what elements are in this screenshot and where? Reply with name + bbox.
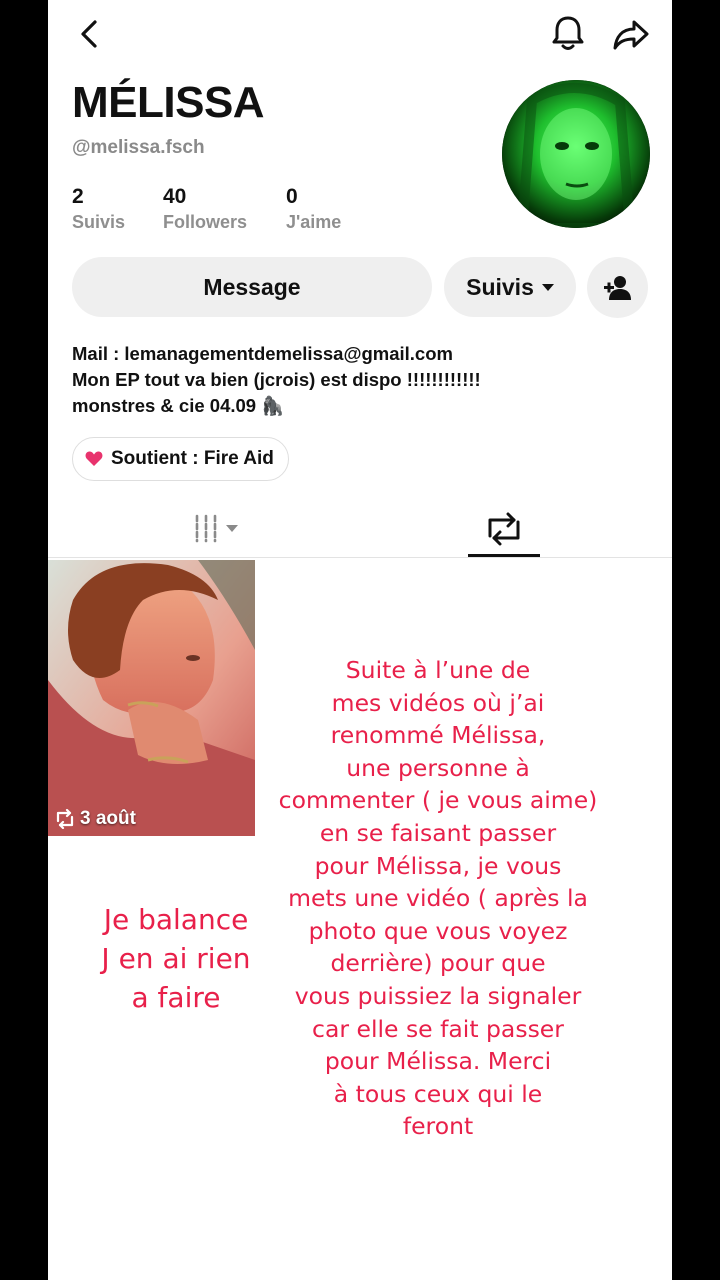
overlay-line: photo que vous voyez <box>308 916 568 945</box>
repost-icon <box>488 512 520 546</box>
caret-down-icon <box>541 283 554 291</box>
stat-value: 0 <box>286 185 298 208</box>
message-button[interactable]: Message <box>72 257 432 317</box>
following-label: Suivis <box>466 273 534 300</box>
profile-display-name: MÉLISSA <box>72 78 265 127</box>
profile-screen: MÉLISSA @melissa.fsch 2 Suivis 40 Follow… <box>48 0 672 1280</box>
add-friend-icon[interactable] <box>587 257 648 318</box>
avatar[interactable] <box>502 80 650 228</box>
grid-columns-icon <box>195 514 238 543</box>
overlay-line: feront <box>402 1112 474 1141</box>
share-arrow-icon[interactable] <box>610 14 652 54</box>
tab-videos[interactable] <box>158 506 278 552</box>
overlay-line: en se faisant passer <box>319 818 557 847</box>
overlay-line: renommé Mélissa, <box>330 721 546 750</box>
stat-following[interactable]: 2 Suivis <box>72 184 125 234</box>
video-repost-date: 3 août <box>54 808 136 830</box>
overlay-line: mes vidéos où j’ai <box>331 688 545 717</box>
stat-label: Followers <box>163 212 248 232</box>
bell-icon[interactable] <box>548 12 588 54</box>
bio-line: Mail : lemanagementdemelissa@gmail.com <box>72 343 453 364</box>
support-label: Soutient : Fire Aid <box>111 448 274 469</box>
stat-label: J'aime <box>286 212 342 232</box>
profile-bio: Mail : lemanagementdemelissa@gmail.com M… <box>72 341 632 419</box>
overlay-caption-side: Je balance J en ai rien a faire <box>96 900 256 1017</box>
support-badge[interactable]: Soutient : Fire Aid <box>72 437 289 481</box>
profile-username: @melissa.fsch <box>72 137 205 158</box>
overlay-line: derrière) pour que <box>330 949 546 978</box>
stat-value: 2 <box>72 185 84 208</box>
heart-icon <box>85 451 103 466</box>
bio-line: monstres & cie 04.09 🦍 <box>72 395 285 416</box>
overlay-line: Suite à l’une de <box>345 656 531 684</box>
overlay-line: vous puissiez la signaler <box>294 981 582 1010</box>
chevron-left-icon[interactable] <box>70 14 110 54</box>
following-dropdown-button[interactable]: Suivis <box>444 257 576 317</box>
overlay-line: a faire <box>131 981 221 1014</box>
tabs-divider <box>48 557 672 558</box>
overlay-caption-main: Suite à l’une de mes vidéos où j’ai reno… <box>268 654 608 1143</box>
overlay-line: car elle se fait passer <box>312 1014 564 1043</box>
overlay-line: commenter ( je vous aime) <box>278 786 598 815</box>
overlay-line: à tous ceux qui le <box>333 1079 543 1108</box>
stat-label: Suivis <box>72 212 126 232</box>
stat-value: 40 <box>163 185 187 208</box>
overlay-line: Je balance <box>103 903 249 936</box>
repost-icon <box>56 809 74 829</box>
video-thumbnail[interactable]: 3 août <box>48 560 255 836</box>
stat-likes[interactable]: 0 J'aime <box>286 184 341 234</box>
overlay-line: pour Mélissa. Merci <box>324 1047 552 1076</box>
overlay-line: J en ai rien <box>101 942 251 975</box>
overlay-line: pour Mélissa, je vous <box>314 851 562 880</box>
bio-line: Mon EP tout va bien (jcrois) est dispo !… <box>72 369 481 390</box>
video-date-label: 3 août <box>80 808 136 829</box>
stat-followers[interactable]: 40 Followers <box>163 184 247 234</box>
tab-reposts[interactable] <box>468 506 540 552</box>
overlay-line: mets une vidéo ( après la <box>288 884 588 913</box>
overlay-line: une personne à <box>346 753 530 782</box>
